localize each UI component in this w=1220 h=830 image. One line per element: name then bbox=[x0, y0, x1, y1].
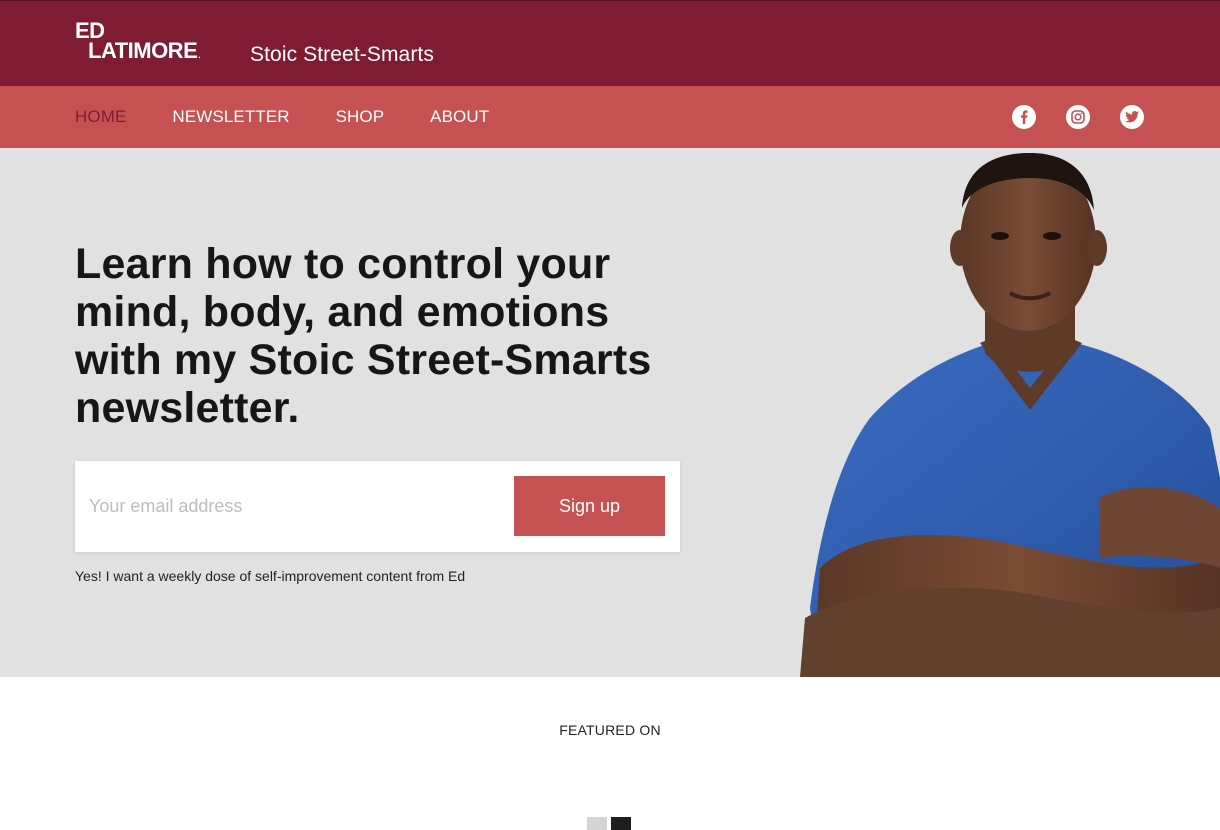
email-input[interactable] bbox=[89, 489, 489, 523]
carousel-indicators bbox=[587, 817, 631, 830]
featured-on-heading: FEATURED ON bbox=[559, 722, 661, 738]
nav-item-shop[interactable]: SHOP bbox=[336, 107, 385, 127]
carousel-dot[interactable] bbox=[587, 817, 607, 830]
social-links bbox=[1012, 105, 1144, 129]
signup-form: Sign up bbox=[75, 461, 680, 552]
nav-item-newsletter[interactable]: NEWSLETTER bbox=[172, 107, 289, 127]
signup-button[interactable]: Sign up bbox=[514, 476, 665, 536]
twitter-icon[interactable] bbox=[1120, 105, 1144, 129]
main-navigation: HOME NEWSLETTER SHOP ABOUT bbox=[0, 86, 1220, 148]
carousel-dot-active[interactable] bbox=[611, 817, 631, 830]
nav-item-about[interactable]: ABOUT bbox=[430, 107, 489, 127]
hero-headline: Learn how to control your mind, body, an… bbox=[75, 240, 652, 432]
hero-section: Learn how to control your mind, body, an… bbox=[0, 148, 1220, 677]
site-header: ED LATIMORE. Stoic Street-Smarts bbox=[0, 0, 1220, 86]
logo-line-2: LATIMORE. bbox=[88, 38, 200, 63]
nav-links: HOME NEWSLETTER SHOP ABOUT bbox=[75, 107, 535, 127]
facebook-icon[interactable] bbox=[1012, 105, 1036, 129]
hero-portrait-image bbox=[800, 153, 1220, 677]
site-tagline: Stoic Street-Smarts bbox=[250, 43, 434, 66]
instagram-icon[interactable] bbox=[1066, 105, 1090, 129]
site-logo[interactable]: ED LATIMORE. bbox=[75, 20, 200, 66]
nav-item-home[interactable]: HOME bbox=[75, 107, 126, 127]
consent-text: Yes! I want a weekly dose of self-improv… bbox=[75, 568, 466, 584]
